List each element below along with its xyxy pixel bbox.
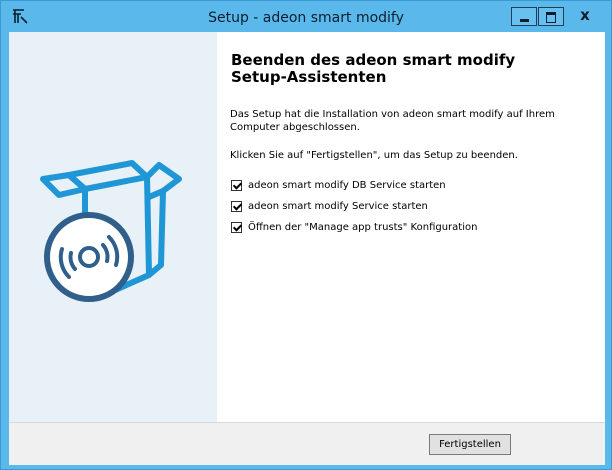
checkbox-label: adeon smart modify DB Service starten	[248, 180, 446, 191]
checkbox-label: Öffnen der "Manage app trusts" Konfigura…	[248, 222, 478, 233]
maximize-button[interactable]	[538, 7, 564, 26]
wizard-client-area: Beenden des adeon smart modify Setup-Ass…	[9, 32, 605, 465]
wizard-footer: Fertigstellen	[9, 422, 605, 465]
checkbox-service[interactable]	[231, 201, 242, 212]
page-heading: Beenden des adeon smart modify Setup-Ass…	[231, 52, 591, 86]
finish-button[interactable]: Fertigstellen	[429, 434, 511, 455]
checkbox-label: adeon smart modify Service starten	[248, 201, 428, 212]
heading-line-2: Setup-Assistenten	[231, 68, 387, 86]
title-bar[interactable]: Setup - adeon smart modify x	[1, 1, 611, 31]
finish-instruction: Klicken Sie auf "Fertigstellen", um das …	[230, 150, 518, 161]
box-with-disc-icon	[40, 160, 182, 302]
heading-line-1: Beenden des adeon smart modify	[231, 51, 516, 69]
close-icon: x	[580, 6, 590, 24]
checkbox-app-trusts[interactable]	[231, 222, 242, 233]
setup-window: Setup - adeon smart modify x Beenden des…	[0, 0, 612, 470]
minimize-button[interactable]	[511, 7, 537, 26]
completion-message: Das Setup hat die Installation von adeon…	[230, 109, 555, 133]
checkbox-db-service[interactable]	[231, 180, 242, 191]
close-button[interactable]: x	[566, 6, 604, 26]
wizard-sidebar	[9, 32, 217, 422]
